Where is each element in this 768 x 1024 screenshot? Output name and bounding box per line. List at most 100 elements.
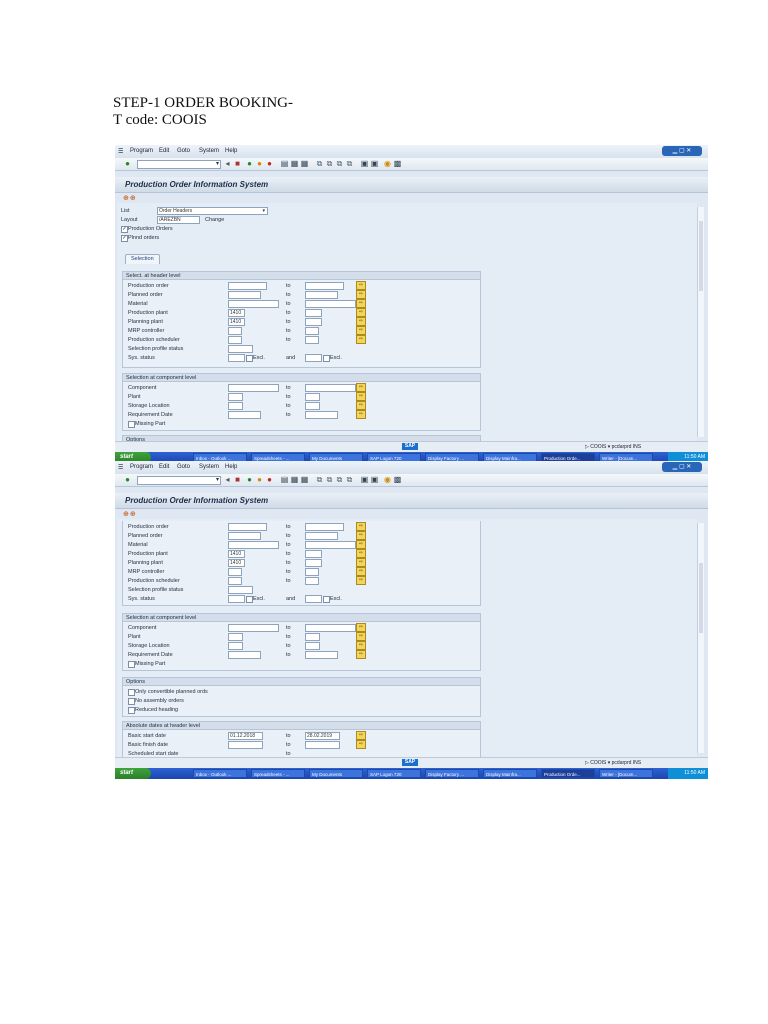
execute-icon[interactable]: ⊕ — [123, 511, 130, 518]
find-next-icon[interactable]: ▦ — [300, 159, 309, 168]
selection-profile-field[interactable] — [228, 345, 253, 353]
multiple-selection-icon[interactable]: ⇨ — [356, 522, 366, 531]
execute-icon[interactable]: ⊕ — [123, 195, 130, 202]
window-controls[interactable]: ▁ ▢ ✕ — [662, 462, 702, 472]
shortcut-icon[interactable]: ▣ — [370, 159, 379, 168]
component-to[interactable] — [305, 384, 356, 392]
window-controls[interactable]: ▁ ▢ ✕ — [662, 146, 702, 156]
component-from[interactable] — [228, 624, 279, 632]
tab-selection[interactable]: Selection — [125, 254, 160, 264]
production-scheduler-to[interactable] — [305, 336, 319, 344]
multiple-selection-icon[interactable]: ⇨ — [356, 567, 366, 576]
sap-menu-icon[interactable]: ☰ — [118, 464, 123, 471]
command-field[interactable]: ▾ — [137, 160, 221, 169]
back-icon[interactable]: ◂ — [223, 159, 232, 168]
task-button[interactable]: Display Mainfra... — [483, 769, 537, 778]
variant-icon[interactable]: ⊕ — [130, 195, 137, 202]
basic-finish-date-from[interactable] — [228, 741, 263, 749]
excl-checkbox[interactable] — [246, 355, 253, 362]
production-plant-to[interactable] — [305, 550, 322, 558]
excl-checkbox[interactable] — [323, 355, 330, 362]
back-icon[interactable]: ◂ — [223, 475, 232, 484]
prev-page-icon[interactable]: ⧉ — [325, 475, 334, 484]
help-icon[interactable]: ◉ — [383, 159, 392, 168]
plant-to[interactable] — [305, 633, 320, 641]
task-button[interactable]: Spreadsheets - ... — [251, 769, 305, 778]
cancel-icon[interactable]: ● — [265, 475, 274, 484]
option-checkbox[interactable] — [128, 689, 135, 696]
vertical-scrollbar[interactable] — [697, 207, 704, 437]
save-icon[interactable]: ■ — [233, 475, 242, 484]
save-icon[interactable]: ■ — [233, 159, 242, 168]
sys-status-field[interactable] — [228, 354, 245, 362]
storage-location-to[interactable] — [305, 642, 320, 650]
multiple-selection-icon[interactable]: ⇨ — [356, 731, 366, 740]
production-order-to[interactable] — [305, 282, 344, 290]
option-checkbox[interactable] — [128, 707, 135, 714]
task-button[interactable]: Writer - [Docum... — [599, 769, 653, 778]
back-green-icon[interactable]: ● — [245, 159, 254, 168]
missing-part-checkbox[interactable] — [128, 421, 135, 428]
missing-part-checkbox[interactable] — [128, 661, 135, 668]
planned-orders-checkbox[interactable]: ✓ — [121, 235, 128, 242]
requirement-date-from[interactable] — [228, 411, 261, 419]
print-icon[interactable]: ▤ — [280, 159, 289, 168]
multiple-selection-icon[interactable]: ⇨ — [356, 576, 366, 585]
list-dropdown[interactable]: Order Headers ▾ — [157, 207, 268, 215]
basic-start-date-to[interactable]: 28.02.2019 — [305, 732, 340, 740]
planned-order-from[interactable] — [228, 532, 261, 540]
multiple-selection-icon[interactable]: ⇨ — [356, 650, 366, 659]
chevron-down-icon[interactable]: ▾ — [262, 208, 265, 214]
new-session-icon[interactable]: ▣ — [360, 475, 369, 484]
multiple-selection-icon[interactable]: ⇨ — [356, 281, 366, 290]
requirement-date-from[interactable] — [228, 651, 261, 659]
multiple-selection-icon[interactable]: ⇨ — [356, 290, 366, 299]
find-next-icon[interactable]: ▦ — [300, 475, 309, 484]
requirement-date-to[interactable] — [305, 411, 338, 419]
production-scheduler-from[interactable] — [228, 577, 242, 585]
basic-start-date-from[interactable]: 01.12.2018 — [228, 732, 263, 740]
multiple-selection-icon[interactable]: ⇨ — [356, 549, 366, 558]
production-scheduler-from[interactable] — [228, 336, 242, 344]
production-plant-from[interactable]: 1410 — [228, 550, 245, 558]
production-scheduler-to[interactable] — [305, 577, 319, 585]
multiple-selection-icon[interactable]: ⇨ — [356, 641, 366, 650]
mrp-controller-to[interactable] — [305, 327, 319, 335]
multiple-selection-icon[interactable]: ⇨ — [356, 326, 366, 335]
menu-edit[interactable]: Edit — [159, 148, 169, 154]
back-green-icon[interactable]: ● — [245, 475, 254, 484]
option-checkbox[interactable] — [128, 698, 135, 705]
exit-icon[interactable]: ● — [255, 475, 264, 484]
sys-status-field[interactable] — [228, 595, 245, 603]
material-to[interactable] — [305, 300, 356, 308]
menu-edit[interactable]: Edit — [159, 464, 169, 470]
excl-checkbox[interactable] — [323, 596, 330, 603]
first-page-icon[interactable]: ⧉ — [315, 159, 324, 168]
multiple-selection-icon[interactable]: ⇨ — [356, 335, 366, 344]
planning-plant-to[interactable] — [305, 559, 322, 567]
multiple-selection-icon[interactable]: ⇨ — [356, 299, 366, 308]
last-page-icon[interactable]: ⧉ — [345, 159, 354, 168]
sys-status-and-field[interactable] — [305, 595, 322, 603]
basic-finish-date-to[interactable] — [305, 741, 340, 749]
task-button[interactable]: Inbox - Outlook ... — [193, 769, 247, 778]
chevron-down-icon[interactable]: ▾ — [216, 476, 219, 483]
new-session-icon[interactable]: ▣ — [360, 159, 369, 168]
planned-order-from[interactable] — [228, 291, 261, 299]
scroll-thumb[interactable] — [699, 221, 703, 291]
production-order-to[interactable] — [305, 523, 344, 531]
help-icon[interactable]: ◉ — [383, 475, 392, 484]
material-from[interactable] — [228, 541, 279, 549]
storage-location-from[interactable] — [228, 402, 243, 410]
multiple-selection-icon[interactable]: ⇨ — [356, 392, 366, 401]
requirement-date-to[interactable] — [305, 651, 338, 659]
layout-icon[interactable]: ▩ — [393, 159, 402, 168]
excl-checkbox[interactable] — [246, 596, 253, 603]
plant-from[interactable] — [228, 393, 243, 401]
multiple-selection-icon[interactable]: ⇨ — [356, 383, 366, 392]
prev-page-icon[interactable]: ⧉ — [325, 159, 334, 168]
task-button[interactable]: SAP Logon 720 — [367, 769, 421, 778]
menu-help[interactable]: Help — [225, 464, 237, 470]
production-plant-to[interactable] — [305, 309, 322, 317]
selection-profile-field[interactable] — [228, 586, 253, 594]
